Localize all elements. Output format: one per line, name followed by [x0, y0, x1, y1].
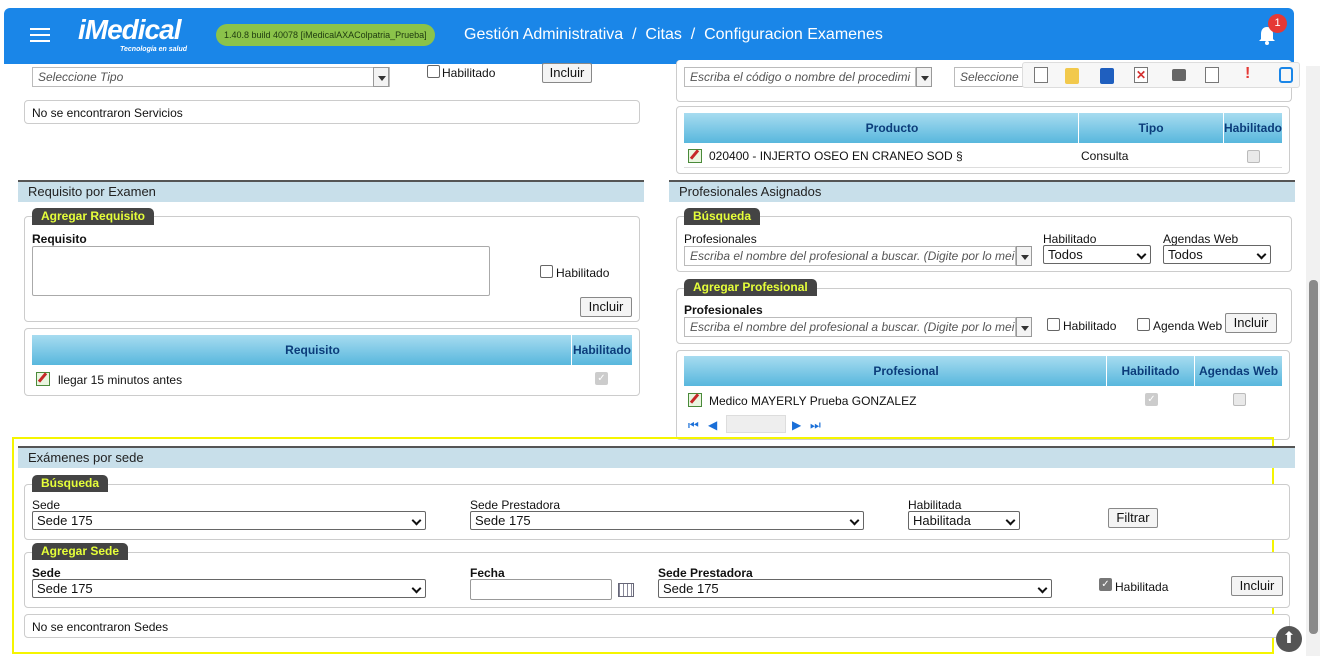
sedes-busqueda-tag: Búsqueda: [32, 475, 109, 492]
agregar-requisito-tag: Agregar Requisito: [32, 208, 155, 225]
filtrar-button[interactable]: Filtrar: [1108, 508, 1158, 528]
search-sede-prestadora-label: Sede Prestadora: [470, 498, 561, 512]
add-habilitada-checkbox[interactable]: ✓: [1099, 578, 1112, 591]
profesionales-header: Profesionales Asignados: [669, 180, 1295, 202]
col-requisito: Requisito: [54, 335, 571, 365]
col-prof-agendas: Agendas Web: [1194, 356, 1282, 386]
requisito-label: Requisito: [32, 232, 87, 246]
prof-row-agendas-checkbox: [1233, 393, 1246, 406]
first-page-icon[interactable]: ⏮: [688, 418, 699, 433]
services-habilitado-label: Habilitado: [442, 66, 496, 80]
save-icon[interactable]: [1100, 68, 1114, 84]
col-profesional: Profesional: [706, 356, 1106, 386]
col-prof-habilitado: Habilitado: [1106, 356, 1194, 386]
agendas-web-label: Agendas Web: [1163, 232, 1239, 246]
tipo-select[interactable]: Seleccione Tipo: [32, 67, 390, 87]
prof-search-label: Profesionales: [684, 232, 757, 246]
print-icon[interactable]: [1172, 69, 1186, 81]
fecha-input[interactable]: [470, 579, 612, 600]
edit-icon[interactable]: [36, 372, 50, 386]
prev-page-icon[interactable]: ◀: [708, 418, 717, 432]
add-sede-prestadora-select[interactable]: Sede 175: [658, 579, 1052, 598]
alert-icon[interactable]: !: [1245, 65, 1250, 83]
profesional-cell: Medico MAYERLY Prueba GONZALEZ: [709, 394, 917, 408]
requisito-habilitado-label: Habilitado: [556, 266, 610, 280]
last-page-icon[interactable]: ⏭: [810, 418, 821, 433]
prof-search-input[interactable]: Escriba el nombre del profesional a busc…: [684, 246, 1016, 266]
notification-count: 1: [1268, 14, 1287, 33]
requisito-textarea[interactable]: [32, 246, 490, 296]
agregar-profesional-tag: Agregar Profesional: [684, 279, 817, 296]
scrollbar-thumb[interactable]: [1309, 280, 1318, 634]
logo-tagline: Tecnología en salud: [120, 46, 188, 53]
procedure-type-select[interactable]: Seleccione: [954, 67, 1024, 87]
procedure-dropdown-button[interactable]: [916, 67, 932, 87]
sedes-header: Exámenes por sede: [18, 446, 1295, 468]
services-habilitado-checkbox[interactable]: [427, 65, 440, 78]
prof-add-label: Profesionales: [684, 303, 763, 317]
breadcrumb: Gestión Administrativa / Citas / Configu…: [464, 26, 883, 43]
requisito-header: Requisito por Examen: [18, 180, 644, 202]
services-incluir-button[interactable]: Incluir: [542, 63, 592, 83]
prof-habilitado-label: Habilitado: [1043, 232, 1097, 246]
preview-icon[interactable]: [1205, 67, 1219, 83]
search-sede-select[interactable]: Sede 175: [32, 511, 426, 530]
prof-add-habilitado-checkbox[interactable]: [1047, 318, 1060, 331]
tipo-cell: Consulta: [1081, 149, 1129, 163]
prof-habilitado-select[interactable]: Todos: [1043, 245, 1151, 264]
open-folder-icon[interactable]: [1065, 68, 1079, 84]
col-requisito-habilitado: Habilitado: [571, 335, 632, 365]
requisito-habilitado-checkbox[interactable]: [540, 265, 553, 278]
prof-add-dropdown[interactable]: [1016, 317, 1032, 337]
calendar-icon[interactable]: [618, 583, 634, 597]
col-producto: Producto: [706, 113, 1078, 143]
fecha-label: Fecha: [470, 566, 505, 580]
edit-icon[interactable]: [688, 149, 702, 163]
chat-icon[interactable]: [1279, 67, 1293, 83]
producto-cell: 020400 - INJERTO OSEO EN CRANEO SOD §: [709, 149, 963, 163]
search-habilitada-select[interactable]: Habilitada: [908, 511, 1020, 530]
prof-incluir-button[interactable]: Incluir: [1225, 313, 1277, 333]
edit-icon[interactable]: [688, 393, 702, 407]
agregar-sede-tag: Agregar Sede: [32, 543, 129, 560]
procedure-search-input[interactable]: Escriba el código o nombre del procedimi: [684, 67, 916, 87]
sede-incluir-button[interactable]: Incluir: [1231, 576, 1283, 596]
col-habilitado: Habilitado: [1223, 113, 1282, 143]
services-empty-text: No se encontraron Servicios: [32, 106, 183, 120]
app-logo[interactable]: iMedical: [78, 14, 181, 46]
search-habilitada-label: Habilitada: [908, 498, 962, 512]
version-badge: 1.40.8 build 40078 [iMedicalAXAColpatria…: [216, 24, 435, 46]
add-sede-prestadora-label: Sede Prestadora: [658, 566, 753, 580]
prof-row-habilitado-checkbox: ✓: [1145, 393, 1158, 406]
page-select[interactable]: [726, 415, 786, 433]
prof-search-dropdown[interactable]: [1016, 246, 1032, 266]
menu-icon[interactable]: [30, 28, 50, 44]
requisito-row-habilitado-checkbox: ✓: [595, 372, 608, 385]
prof-add-habilitado-label: Habilitado: [1063, 319, 1117, 333]
col-tipo: Tipo: [1078, 113, 1223, 143]
prof-add-agenda-label: Agenda Web: [1153, 319, 1223, 333]
prof-add-input[interactable]: Escriba el nombre del profesional a busc…: [684, 317, 1016, 337]
search-sede-label: Sede: [32, 498, 61, 512]
prof-add-agenda-checkbox[interactable]: [1137, 318, 1150, 331]
prof-busqueda-tag: Búsqueda: [684, 208, 761, 225]
toolbar: [1022, 62, 1300, 88]
sedes-empty-box: [24, 614, 1290, 638]
add-sede-select[interactable]: Sede 175: [32, 579, 426, 598]
search-sede-prestadora-select[interactable]: Sede 175: [470, 511, 864, 530]
add-habilitada-label: Habilitada: [1115, 580, 1169, 594]
tipo-dropdown-button[interactable]: [373, 67, 389, 87]
requisito-cell: llegar 15 minutos antes: [58, 373, 183, 387]
scroll-top-icon[interactable]: ⬆: [1276, 626, 1302, 652]
requisito-incluir-button[interactable]: Incluir: [580, 297, 632, 317]
sedes-empty-text: No se encontraron Sedes: [32, 620, 169, 634]
new-icon[interactable]: [1034, 67, 1048, 83]
producto-habilitado-checkbox: [1247, 150, 1260, 163]
delete-icon[interactable]: ✕: [1134, 67, 1148, 83]
next-page-icon[interactable]: ▶: [792, 418, 801, 432]
agendas-web-select[interactable]: Todos: [1163, 245, 1271, 264]
add-sede-label: Sede: [32, 566, 61, 580]
